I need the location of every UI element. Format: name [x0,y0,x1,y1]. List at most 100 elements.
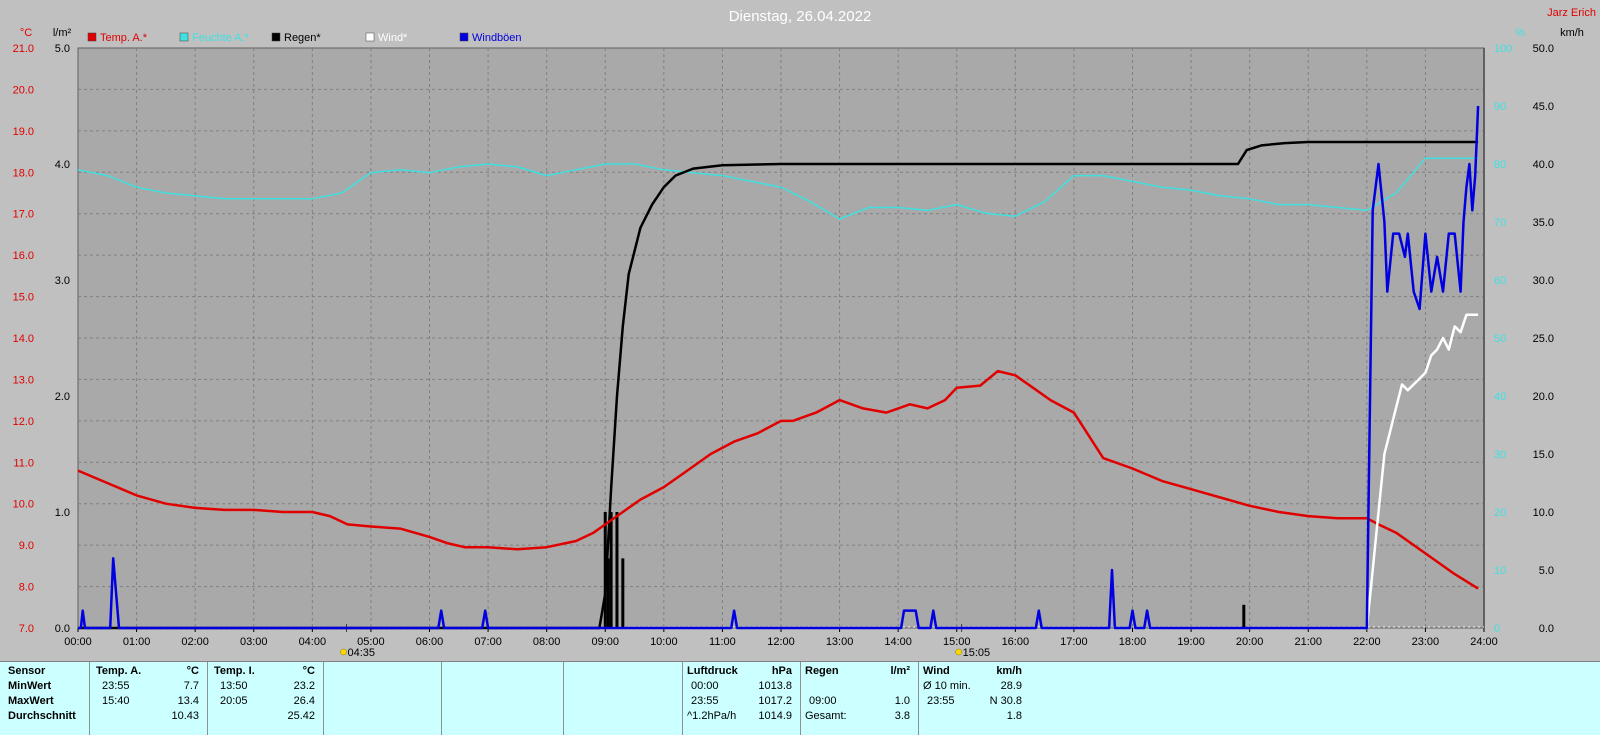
wind-tick-label: 45.0 [1533,101,1554,113]
rain-total: 3.8 [894,710,910,722]
hum-tick-label: 90 [1494,101,1506,113]
statistics-panel: Sensor MinWert MaxWert Durchschnitt Temp… [0,661,1600,735]
hum-tick-label: 70 [1494,217,1506,229]
weather-chart: 7.0 8.0 9.0 10.0 11.0 12.0 13.0 14.0 15.0 16.0 17.… [13,7,1596,659]
legend-swatch [87,32,97,42]
stats-temp-i-col: Temp. I. °C 13:50 23.2 20:05 26.4 25.42 [207,662,323,735]
wind-tick-label: 0.0 [1539,623,1554,635]
temp-i-max: 26.4 [293,695,315,707]
x-tick-label: 08:00 [533,636,561,648]
x-tick-label: 20:00 [1236,636,1264,648]
maxwert-label: MaxWert [8,695,54,707]
wind-tick-label: 20.0 [1533,391,1554,403]
temp-i-min-time: 13:50 [220,680,248,692]
x-tick-label: 03:00 [240,636,268,648]
wind-max: N 30.8 [989,695,1022,707]
hum-tick-label: 30 [1494,449,1506,461]
x-tick-label: 04:00 [299,636,327,648]
hum-tick-label: 100 [1494,43,1512,55]
legend-swatch [459,32,469,42]
minwert-label: MinWert [8,680,52,692]
stats-temp-a-col: Temp. A. °C 23:55 7.7 15:40 13.4 10.43 [89,662,207,735]
hum-tick-label: 40 [1494,391,1506,403]
temp-tick-label: 9.0 [19,540,34,552]
temp-tick-label: 21.0 [13,43,34,55]
temp-tick-label: 8.0 [19,582,34,594]
temp-i-avg: 25.42 [287,710,315,722]
x-tick-label: 19:00 [1177,636,1205,648]
x-tick-label: 06:00 [416,636,444,648]
pressure-unit: hPa [771,665,792,677]
stats-pressure-col: Luftdruck hPa 00:00 1013.8 23:55 1017.2 ^1.… [682,662,800,735]
legend-label: Temp. A.* [100,32,148,44]
temp-a-max-time: 15:40 [102,695,130,707]
rain-max: 1.0 [894,695,910,707]
x-tick-label: 24:00 [1470,636,1498,648]
rain-tick-label: 3.0 [55,275,70,287]
legend-label: Feuchte A.* [192,32,250,44]
legend-swatch [271,32,281,42]
temp-tick-label: 20.0 [13,84,34,96]
hum-tick-label: 60 [1494,275,1506,287]
stats-rain-col: Regen l/m² 09:00 1.0 Gesamt: 3.8 [800,662,918,735]
hum-tick-label: 80 [1494,159,1506,171]
temp-unit-label: °C [20,27,32,39]
wind-tick-label: 10.0 [1533,507,1554,519]
x-tick-label: 11:00 [709,636,736,648]
x-tick-label: 07:00 [474,636,502,648]
x-tick-label: 02:00 [181,636,209,648]
wind-tick-label: 40.0 [1533,159,1554,171]
temp-a-header: Temp. A. [96,665,142,677]
temp-tick-label: 13.0 [13,374,34,386]
rain-tick-label: 1.0 [55,507,70,519]
temp-tick-label: 19.0 [13,126,34,138]
hum-unit-label: % [1515,27,1525,39]
stats-sensor-col: Sensor MinWert MaxWert Durchschnitt [0,662,89,735]
x-tick-label: 13:00 [826,636,854,648]
temp-a-avg: 10.43 [171,710,199,722]
pressure-trend-label: ^1.2hPa/h [687,710,737,722]
temp-tick-label: 10.0 [13,499,34,511]
temp-a-min-time: 23:55 [102,680,130,692]
x-tick-label: 18:00 [1119,636,1147,648]
temp-i-header: Temp. I. [214,665,255,677]
wind-header: Wind [923,665,950,677]
wind-max-time: 23:55 [927,695,955,707]
temp-tick-label: 7.0 [19,623,34,635]
legend: Temp. A.* Feuchte A.* Regen* Wind* Windböen [87,32,522,44]
temp-tick-label: 11.0 [13,457,34,469]
temp-a-max: 13.4 [177,695,199,707]
stats-empty-col-1 [323,662,441,735]
stats-empty-col-2 [441,662,563,735]
wind-unit-label: km/h [1560,27,1584,39]
wind-tick-label: 25.0 [1533,333,1554,345]
x-tick-label: 00:00 [64,636,92,648]
wind-mean: 1.8 [1006,710,1022,722]
x-tick-label: 09:00 [591,636,619,648]
legend-label: Wind* [378,32,408,44]
author-label: Jarz Erich [1547,7,1596,19]
temp-tick-label: 17.0 [13,209,34,221]
x-tick-label: 22:00 [1353,636,1381,648]
temp-a-unit: °C [186,665,199,677]
rain-header: Regen [805,665,839,677]
stats-wind-col: Wind km/h Ø 10 min. 28.9 23:55 N 30.8 1.8 [918,662,1030,735]
rain-tick-label: 5.0 [55,43,70,55]
temp-tick-label: 14.0 [13,333,34,345]
hum-tick-label: 0 [1494,623,1500,635]
pressure-min-time: 00:00 [691,680,719,692]
wind-tick-label: 35.0 [1533,217,1554,229]
wind-tick-label: 30.0 [1533,275,1554,287]
legend-swatch [179,32,189,42]
pressure-header: Luftdruck [687,665,738,677]
legend-label: Windböen [472,32,522,44]
pressure-max-time: 23:55 [691,695,719,707]
temp-tick-label: 16.0 [13,250,34,262]
temp-tick-label: 18.0 [13,167,34,179]
pressure-avg: 1014.9 [758,710,792,722]
x-tick-label: 01:00 [123,636,151,648]
x-tick-label: 23:00 [1412,636,1440,648]
sensor-header: Sensor [8,665,46,677]
temp-i-unit: °C [302,665,315,677]
rain-total-label: Gesamt: [805,710,847,722]
